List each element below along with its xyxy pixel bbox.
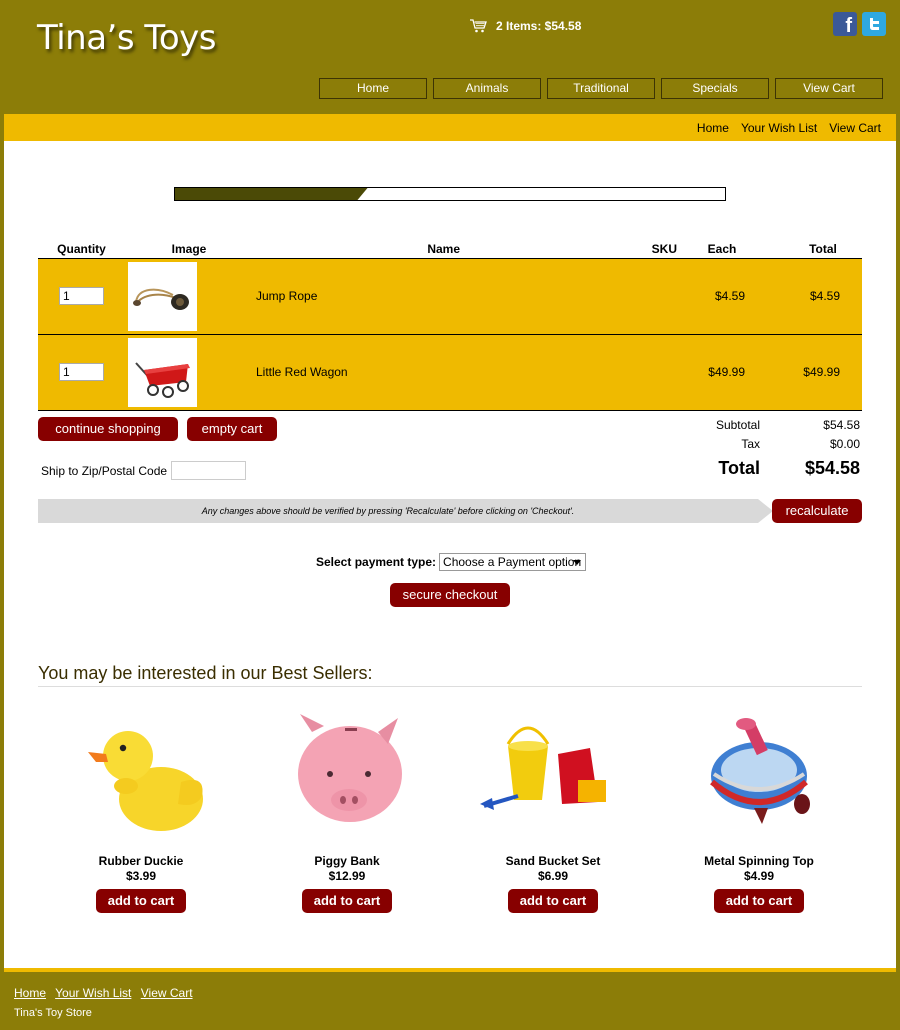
footer-view-cart-link[interactable]: View Cart xyxy=(141,986,193,1000)
nav-view-cart[interactable]: View Cart xyxy=(775,78,883,99)
recalculate-button[interactable]: recalculate xyxy=(772,499,862,523)
payment-selected-value: Choose a Payment option xyxy=(443,555,582,569)
col-total: Total xyxy=(809,242,837,257)
product-price: $12.99 xyxy=(328,869,366,883)
subnav-view-cart[interactable]: View Cart xyxy=(829,121,881,135)
col-image: Image xyxy=(171,242,207,257)
footer-home-link[interactable]: Home xyxy=(14,986,46,1000)
item-sku xyxy=(460,334,683,410)
cart-totals: Subtotal $54.58 Tax $0.00 Total $54.58 xyxy=(704,418,860,484)
quantity-input[interactable] xyxy=(59,287,104,305)
product-name[interactable]: Piggy Bank xyxy=(272,854,422,868)
item-name[interactable]: Little Red Wagon xyxy=(253,334,460,410)
nav-traditional[interactable]: Traditional xyxy=(547,78,655,99)
continue-shopping-button[interactable]: continue shopping xyxy=(38,417,178,441)
sand-bucket-icon[interactable] xyxy=(478,704,628,840)
item-sku xyxy=(460,258,683,334)
empty-cart-button[interactable]: empty cart xyxy=(187,417,277,441)
best-sellers-title: You may be interested in our Best Seller… xyxy=(38,663,862,687)
add-to-cart-button[interactable]: add to cart xyxy=(96,889,186,913)
product-card: Sand Bucket Set $6.99 add to cart xyxy=(478,704,628,913)
spinning-top-icon[interactable] xyxy=(684,704,834,840)
cart-table: Quantity Image Name SKU Each Total 1 Jum… xyxy=(38,241,862,411)
content-panel: Home Your Wish List View Cart Quantity I… xyxy=(4,114,896,972)
nav-specials[interactable]: Specials xyxy=(661,78,769,99)
sub-nav: Home Your Wish List View Cart xyxy=(4,114,896,141)
item-total: $4.59 xyxy=(809,289,840,303)
col-name: Name xyxy=(427,242,460,257)
site-footer: Home Your Wish List View Cart Tina's Toy… xyxy=(14,986,199,1019)
zip-code-row: Ship to Zip/Postal Code xyxy=(41,461,247,480)
add-to-cart-button[interactable]: add to cart xyxy=(302,889,392,913)
cart-row: Jump Rope $4.59 $4.59 xyxy=(38,258,862,334)
product-name[interactable]: Sand Bucket Set xyxy=(478,854,628,868)
subtotal-label: Subtotal xyxy=(715,418,760,432)
item-name[interactable]: Jump Rope xyxy=(253,258,460,334)
red-wagon-icon[interactable] xyxy=(128,337,197,407)
cart-row: Little Red Wagon $49.99 $49.99 xyxy=(38,334,862,410)
tax-value: $0.00 xyxy=(829,437,860,451)
site-header: Tina’s Toys 2 Items: $54.58 f Home Anima… xyxy=(0,0,900,114)
subtotal-row: Subtotal $54.58 xyxy=(704,418,860,437)
product-card: Piggy Bank $12.99 add to cart xyxy=(272,704,422,913)
nav-home[interactable]: Home xyxy=(319,78,427,99)
piggy-bank-icon[interactable] xyxy=(272,704,422,840)
footer-wish-list-link[interactable]: Your Wish List xyxy=(55,986,131,1000)
payment-select[interactable]: Choose a Payment option xyxy=(439,553,587,571)
total-label: Total xyxy=(718,458,760,478)
cart-summary-text: 2 Items: $54.58 xyxy=(496,19,582,33)
subnav-wish-list[interactable]: Your Wish List xyxy=(741,121,817,135)
col-sku: SKU xyxy=(651,242,677,257)
quantity-input[interactable] xyxy=(59,363,104,381)
product-name[interactable]: Metal Spinning Top xyxy=(684,854,834,868)
recalculate-notice: Any changes above should be verified by … xyxy=(38,499,773,523)
payment-type-row: Select payment type: Choose a Payment op… xyxy=(316,553,587,571)
facebook-icon[interactable]: f xyxy=(833,12,857,36)
rubber-duck-icon[interactable] xyxy=(66,704,216,840)
add-to-cart-button[interactable]: add to cart xyxy=(508,889,598,913)
footer-links: Home Your Wish List View Cart xyxy=(14,986,199,1000)
zip-code-input[interactable] xyxy=(171,461,247,480)
item-each: $4.59 xyxy=(714,289,745,303)
item-each: $49.99 xyxy=(708,365,745,379)
product-price: $4.99 xyxy=(743,869,775,883)
footer-divider xyxy=(4,968,896,972)
item-total: $49.99 xyxy=(803,365,840,379)
add-to-cart-button[interactable]: add to cart xyxy=(714,889,804,913)
cart-summary[interactable]: 2 Items: $54.58 xyxy=(470,19,581,33)
tax-label: Tax xyxy=(741,437,760,451)
col-quantity: Quantity xyxy=(57,242,106,257)
main-nav: Home Animals Traditional Specials View C… xyxy=(319,78,883,99)
product-name[interactable]: Rubber Duckie xyxy=(66,854,216,868)
twitter-icon[interactable] xyxy=(862,12,886,36)
checkout-progress-bar xyxy=(174,187,726,201)
site-logo[interactable]: Tina’s Toys xyxy=(37,18,217,58)
shopping-cart-icon xyxy=(470,19,487,33)
product-price: $3.99 xyxy=(125,869,157,883)
col-each: Each xyxy=(707,242,737,257)
tax-row: Tax $0.00 xyxy=(704,437,860,456)
footer-store-name: Tina's Toy Store xyxy=(14,1007,92,1019)
cart-header-row: Quantity Image Name SKU Each Total xyxy=(38,241,862,258)
subtotal-value: $54.58 xyxy=(823,418,860,432)
zip-label: Ship to Zip/Postal Code xyxy=(41,463,168,478)
jump-rope-icon[interactable] xyxy=(128,261,197,331)
total-row: Total $54.58 xyxy=(704,458,860,484)
product-card: Metal Spinning Top $4.99 add to cart xyxy=(684,704,834,913)
nav-animals[interactable]: Animals xyxy=(433,78,541,99)
payment-label: Select payment type: xyxy=(316,555,437,569)
total-value: $54.58 xyxy=(804,458,860,478)
product-card: Rubber Duckie $3.99 add to cart xyxy=(66,704,216,913)
secure-checkout-button[interactable]: secure checkout xyxy=(390,583,510,607)
chevron-down-icon xyxy=(573,560,582,565)
checkout-progress-fill xyxy=(175,188,368,200)
product-price: $6.99 xyxy=(537,869,569,883)
subnav-home[interactable]: Home xyxy=(697,121,729,135)
